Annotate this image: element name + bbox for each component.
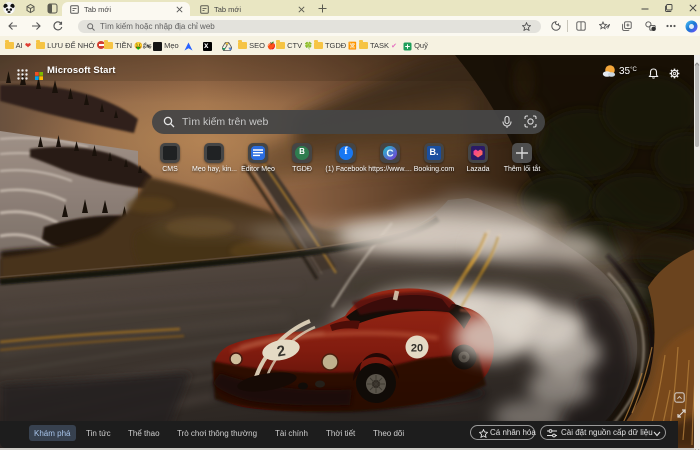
svg-text:C: C [386,149,393,160]
